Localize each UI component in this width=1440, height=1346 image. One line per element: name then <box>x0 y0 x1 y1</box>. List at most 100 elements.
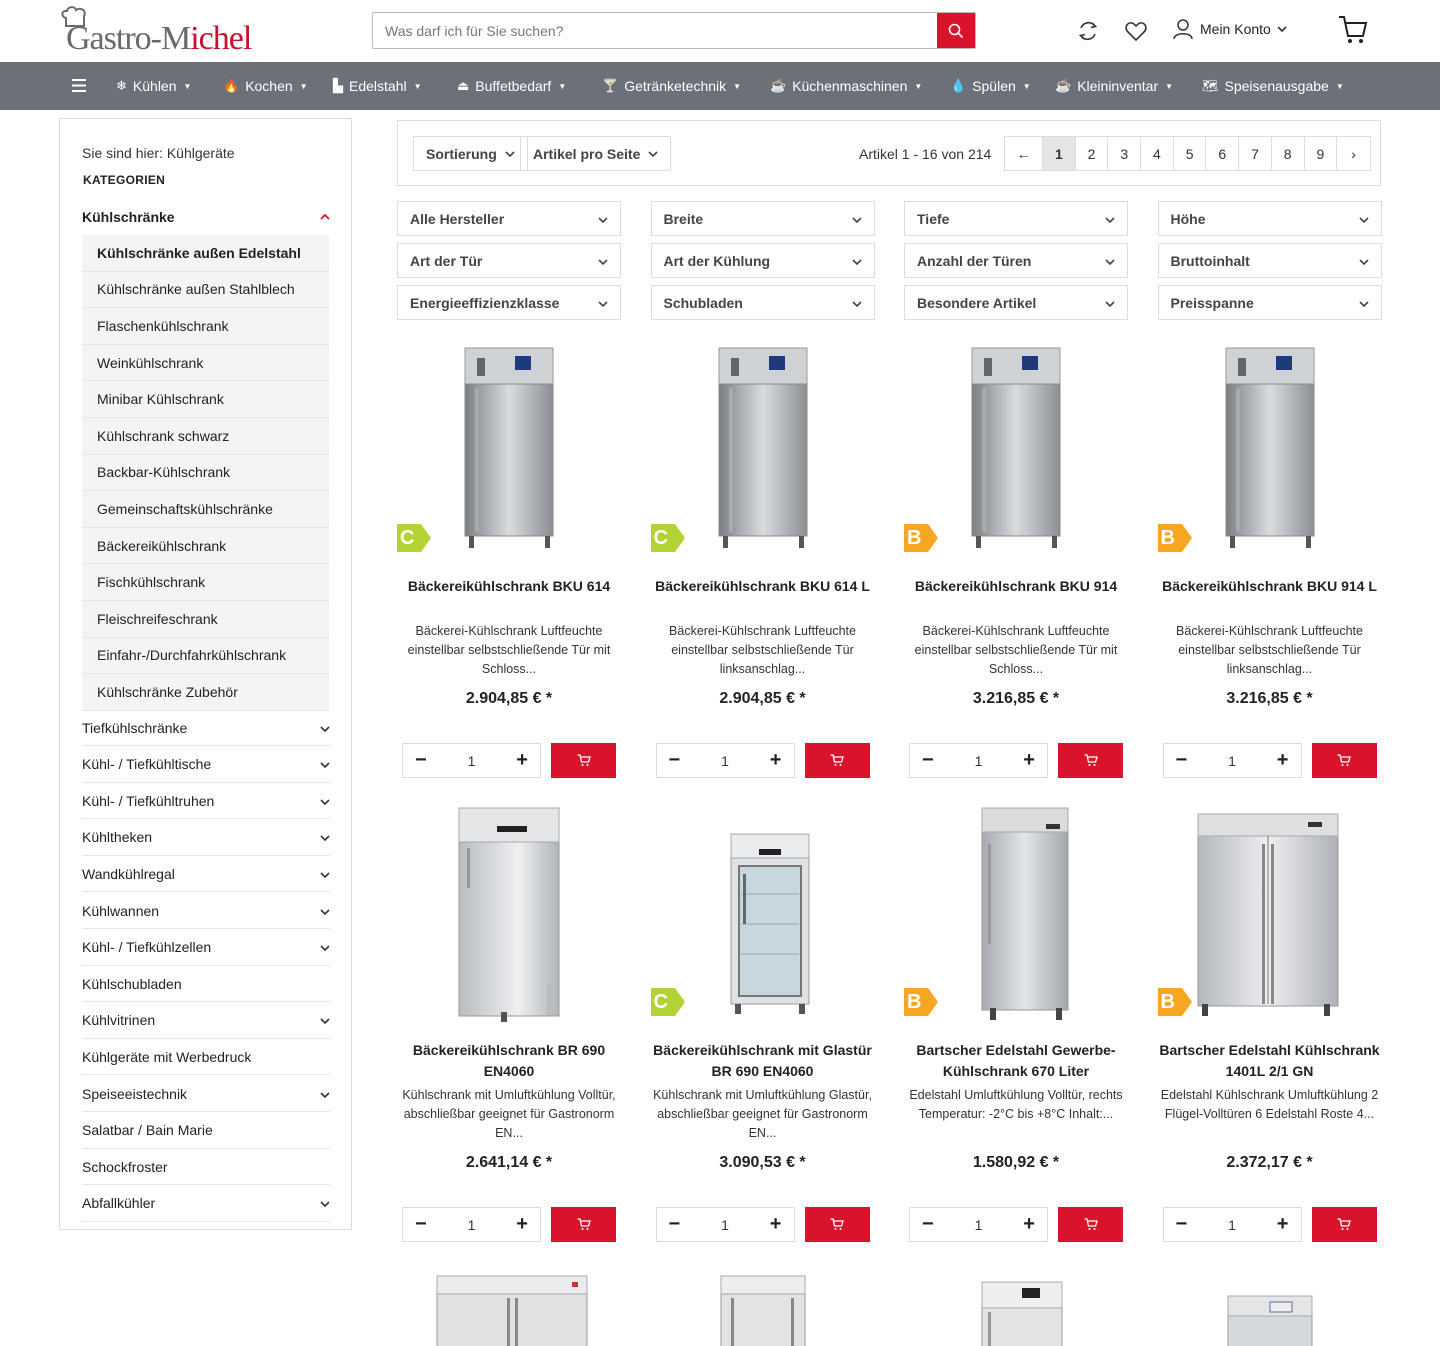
product-title[interactable]: Bäckereikühlschrank BKU 914 <box>904 576 1128 597</box>
product-card-partial[interactable] <box>651 1268 905 1346</box>
compare-button[interactable] <box>1076 16 1100 46</box>
quantity-input[interactable]: 1 <box>975 1217 983 1233</box>
filter-select[interactable]: Schubladen <box>650 285 875 320</box>
product-image-wrap[interactable] <box>904 340 1158 560</box>
filter-select[interactable]: Alle Hersteller <box>397 201 621 236</box>
quantity-input[interactable]: 1 <box>468 753 476 769</box>
pagination-page[interactable]: 8 <box>1272 137 1305 170</box>
product-card-partial[interactable] <box>397 1268 651 1346</box>
plus-button[interactable]: + <box>516 749 528 772</box>
product-title[interactable]: Bäckereikühlschrank BR 690 EN4060 <box>397 1040 621 1082</box>
minus-button[interactable]: − <box>922 1213 934 1236</box>
quantity-input[interactable]: 1 <box>721 753 729 769</box>
subcategory-item[interactable]: Backbar-Kühlschrank <box>82 455 329 492</box>
product-image-wrap[interactable] <box>397 340 651 560</box>
product-card[interactable]: B Bartscher Edelstahl Gewerbe-Kühlschrank… <box>904 804 1158 1264</box>
plus-button[interactable]: + <box>1277 1213 1289 1236</box>
category-kuehlschraenke[interactable]: Kühlschränke <box>82 199 330 235</box>
plus-button[interactable]: + <box>1277 749 1289 772</box>
nav-item-kuechenmaschinen[interactable]: ☕ Küchenmaschinen ▼ <box>770 62 922 110</box>
nav-item-kleininventar[interactable]: ☕ Kleininventar ▼ <box>1055 62 1173 110</box>
category-item[interactable]: Kühl- / Tiefkühltruhen <box>82 783 330 820</box>
nav-item-kuehlen[interactable]: ❄ Kühlen ▼ <box>116 62 191 110</box>
search-button[interactable] <box>937 13 975 48</box>
minus-button[interactable]: − <box>1176 1213 1188 1236</box>
subcategory-item[interactable]: Kühlschrank schwarz <box>82 418 329 455</box>
product-card[interactable]: Bäckereikühlschrank BR 690 EN4060 Kühlsch… <box>397 804 651 1264</box>
nav-item-edelstahl[interactable]: ▙ Edelstahl ▼ <box>333 62 422 110</box>
subcategory-item[interactable]: Kühlschränke Zubehör <box>82 674 329 711</box>
pagination-next[interactable]: › <box>1337 137 1370 170</box>
subcategory-item[interactable]: Flaschenkühlschrank <box>82 308 329 345</box>
wishlist-button[interactable] <box>1124 16 1148 46</box>
quantity-input[interactable]: 1 <box>1228 1217 1236 1233</box>
product-image-wrap[interactable] <box>1158 340 1412 560</box>
minus-button[interactable]: − <box>669 749 681 772</box>
filter-select[interactable]: Besondere Artikel <box>904 285 1128 320</box>
pagination-page[interactable]: 2 <box>1076 137 1109 170</box>
add-to-cart-button[interactable] <box>551 1207 616 1242</box>
subcategory-item[interactable]: Weinkühlschrank <box>82 345 329 382</box>
logo[interactable]: Gastro-Michel <box>58 6 278 58</box>
minus-button[interactable]: − <box>415 1213 427 1236</box>
subcategory-item[interactable]: Kühlschränke außen Edelstahl <box>82 235 329 272</box>
plus-button[interactable]: + <box>770 1213 782 1236</box>
subcategory-item[interactable]: Fischkühlschrank <box>82 564 329 601</box>
product-title[interactable]: Bäckereikühlschrank mit Glastür BR 690 E… <box>651 1040 875 1082</box>
quantity-input[interactable]: 1 <box>721 1217 729 1233</box>
product-image-wrap[interactable] <box>1158 804 1412 1024</box>
pagination-prev[interactable]: ← <box>1005 137 1043 170</box>
search-input[interactable] <box>373 13 937 48</box>
product-image-wrap[interactable] <box>904 804 1158 1024</box>
add-to-cart-button[interactable] <box>551 743 616 778</box>
product-card[interactable]: C Bäckereikühlschrank BKU 614 Bäckerei-Küh… <box>397 340 651 800</box>
subcategory-item[interactable]: Fleischreifeschrank <box>82 601 329 638</box>
product-card-partial[interactable] <box>1158 1268 1412 1346</box>
category-item[interactable]: Kühlvitrinen <box>82 1003 330 1039</box>
add-to-cart-button[interactable] <box>1311 1207 1377 1242</box>
category-item[interactable]: Schockfroster <box>82 1149 330 1186</box>
product-title[interactable]: Bartscher Edelstahl Kühlschrank 1401L 2/… <box>1158 1040 1382 1082</box>
nav-item-getraenketechnik[interactable]: 🍸 Getränketechnik ▼ <box>602 62 741 110</box>
subcategory-item[interactable]: Einfahr-/Durchfahrkühlschrank <box>82 638 329 675</box>
product-image-wrap[interactable] <box>651 340 905 560</box>
quantity-input[interactable]: 1 <box>468 1217 476 1233</box>
product-card[interactable]: C Bäckereikühlschrank mit Glastür BR 690 … <box>650 804 905 1264</box>
subcategory-item[interactable]: Minibar Kühlschrank <box>82 381 329 418</box>
plus-button[interactable]: + <box>516 1213 528 1236</box>
product-card[interactable]: B Bäckereikühlschrank BKU 914 Bäckerei-Küh… <box>904 340 1158 800</box>
category-item[interactable]: Kühlschubladen <box>82 966 330 1003</box>
plus-button[interactable]: + <box>770 749 782 772</box>
sort-select[interactable]: Sortierung <box>413 136 528 171</box>
category-item[interactable]: Kühl- / Tiefkühltische <box>82 747 330 783</box>
category-item[interactable]: Kühlwannen <box>82 893 330 929</box>
category-item[interactable]: Speiseeistechnik <box>82 1076 330 1112</box>
category-item[interactable]: Kühl- / Tiefkühlzellen <box>82 930 330 966</box>
filter-select[interactable]: Breite <box>650 201 875 236</box>
subcategory-item[interactable]: Gemeinschaftskühlschränke <box>82 491 329 528</box>
quantity-input[interactable]: 1 <box>975 753 983 769</box>
cart-button[interactable] <box>1338 14 1368 44</box>
per-page-select[interactable]: Artikel pro Seite <box>520 136 672 171</box>
add-to-cart-button[interactable] <box>1058 1207 1123 1242</box>
nav-item-speisenausgabe[interactable]: 🗺 Speisenausgabe ▼ <box>1202 62 1344 110</box>
product-card[interactable]: B Bäckereikühlschrank BKU 914 L Bäckerei-K… <box>1157 340 1412 800</box>
quantity-input[interactable]: 1 <box>1228 753 1236 769</box>
filter-select[interactable]: Art der Kühlung <box>650 243 875 278</box>
product-card[interactable]: B Bartscher Edelstahl Kühlschrank 1401L 2… <box>1157 804 1412 1264</box>
add-to-cart-button[interactable] <box>804 743 870 778</box>
filter-select[interactable]: Anzahl der Türen <box>904 243 1128 278</box>
account-menu[interactable]: Mein Konto <box>1172 18 1287 40</box>
minus-button[interactable]: − <box>415 749 427 772</box>
pagination-page[interactable]: 9 <box>1305 137 1338 170</box>
pagination-page[interactable]: 1 <box>1043 137 1076 170</box>
filter-select[interactable]: Art der Tür <box>397 243 621 278</box>
product-image-wrap[interactable] <box>397 804 651 1024</box>
filter-select[interactable]: Energieeffizienzklasse <box>397 285 621 320</box>
pagination-page[interactable]: 5 <box>1174 137 1207 170</box>
add-to-cart-button[interactable] <box>1058 743 1123 778</box>
add-to-cart-button[interactable] <box>1311 743 1377 778</box>
filter-select[interactable]: Höhe <box>1157 201 1382 236</box>
nav-item-spuelen[interactable]: 💧 Spülen ▼ <box>950 62 1031 110</box>
filter-select[interactable]: Bruttoinhalt <box>1157 243 1382 278</box>
